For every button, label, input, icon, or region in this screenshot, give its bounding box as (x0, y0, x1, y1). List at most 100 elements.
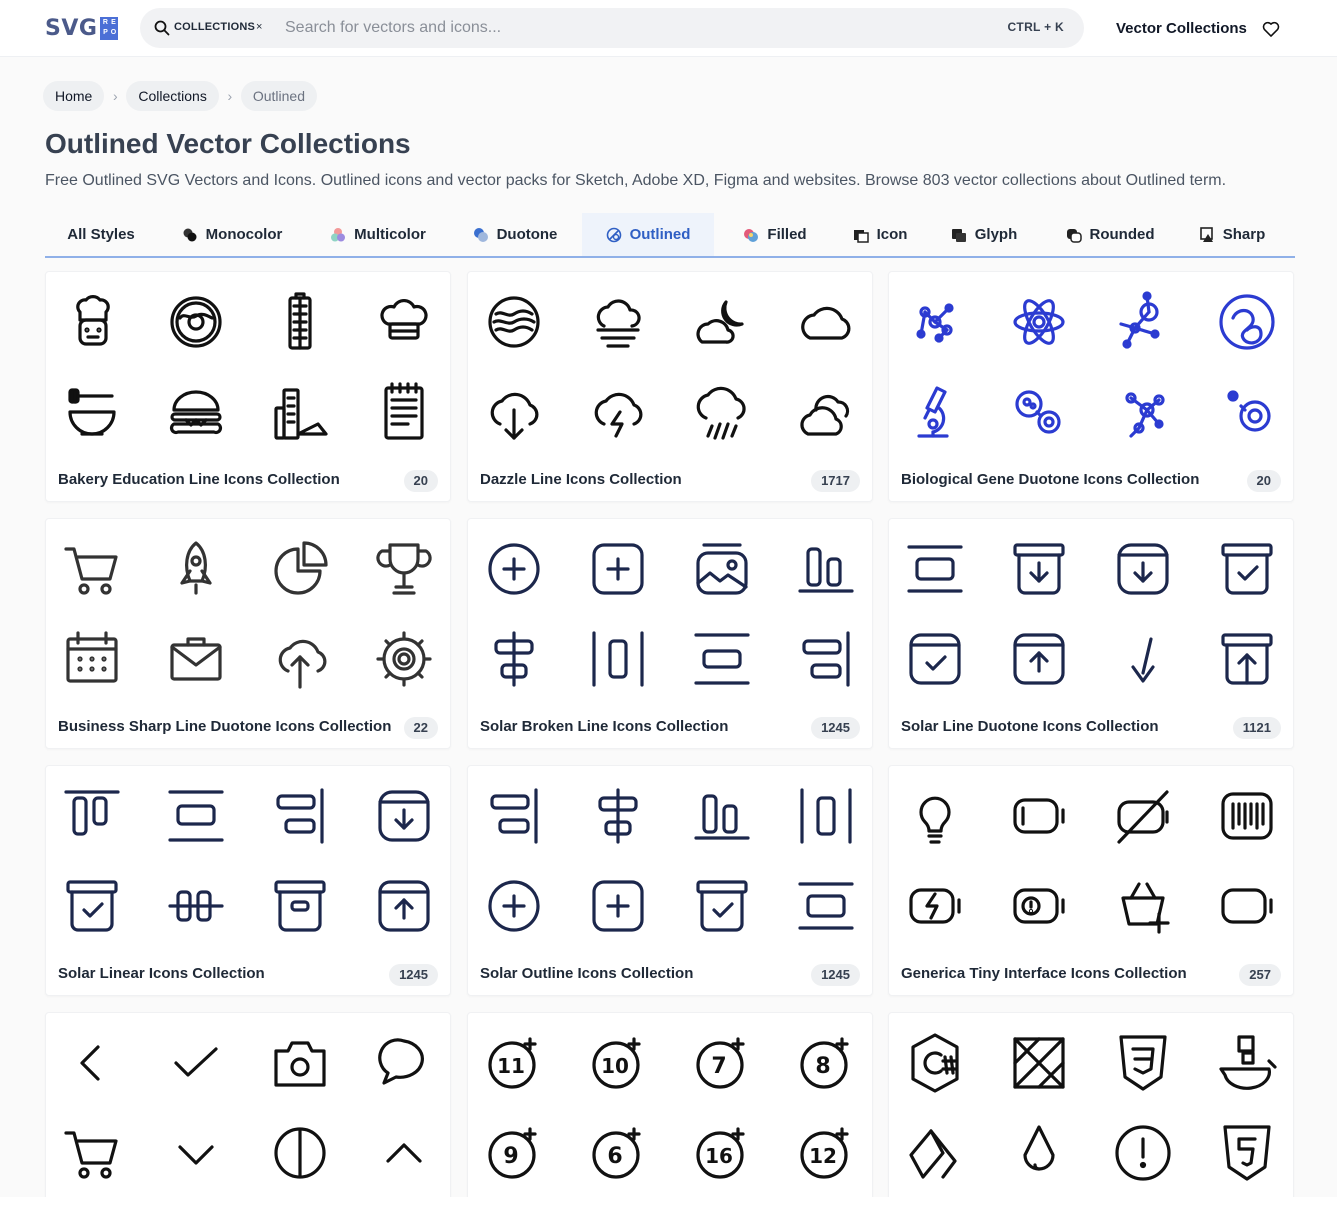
sharp-icon (1199, 226, 1213, 242)
glyph-icon (951, 228, 966, 242)
donut-icon (164, 290, 228, 354)
chat-bubble-icon (372, 1031, 436, 1095)
six-plus-icon: 6 (586, 1121, 650, 1185)
archive-up-icon (1007, 627, 1071, 691)
rocket-icon (164, 537, 228, 601)
check-square-icon (903, 627, 967, 691)
collection-card[interactable] (45, 1012, 451, 1207)
align-bottom-icon (794, 537, 858, 601)
search-bar[interactable]: COLLECTIONS × CTRL + K (140, 8, 1084, 48)
breadcrumb-home[interactable]: Home (43, 81, 105, 111)
icon-count-badge: 1717 (811, 470, 860, 492)
rounded-icon (1066, 228, 1082, 243)
tab-outlined[interactable]: Outlined (582, 213, 714, 256)
icon-preview-grid (46, 272, 452, 452)
breadcrumb-collections[interactable]: Collections (126, 81, 219, 111)
align-right-bars-icon (268, 784, 332, 848)
cloud-rain-icon (690, 380, 754, 444)
tab-glyph[interactable]: Glyph (943, 213, 1025, 256)
tab-icon[interactable]: Icon (840, 213, 920, 256)
gallery-icon (690, 537, 754, 601)
collection-title[interactable]: Biological Gene Duotone Icons Collection (901, 471, 1199, 488)
collection-card[interactable] (888, 1012, 1294, 1207)
align-vertical-spacing-icon (586, 627, 650, 691)
tab-sharp[interactable]: Sharp (1191, 213, 1273, 256)
drop-icon (1007, 1121, 1071, 1185)
icon-preview-grid: 11 10 7 8 9 6 16 12 (468, 1013, 874, 1193)
tab-filled[interactable]: Filled (725, 213, 825, 256)
bulb-icon (903, 784, 967, 848)
logo-text: SVG (45, 15, 98, 41)
vector-collections-link[interactable]: Vector Collections (1116, 20, 1247, 37)
collection-card[interactable]: Solar Broken Line Icons Collection 1245 (467, 518, 873, 749)
align-middle-icon (164, 784, 228, 848)
archive-download-icon (1111, 537, 1175, 601)
chip-close-icon[interactable]: × (256, 21, 262, 33)
add-square-icon (586, 537, 650, 601)
battery-empty-icon (1215, 874, 1279, 938)
collection-card[interactable]: Dazzle Line Icons Collection 1717 (467, 271, 873, 502)
collection-title[interactable]: Solar Broken Line Icons Collection (480, 718, 728, 735)
battery-alert-icon (1007, 874, 1071, 938)
collection-title[interactable]: Generica Tiny Interface Icons Collection (901, 965, 1187, 982)
logo[interactable]: SVG REPO (45, 15, 119, 41)
icon-preview-grid (46, 519, 452, 699)
logo-badge: REPO (100, 16, 119, 40)
calendar-icon (60, 627, 124, 691)
html5-icon (1215, 1121, 1279, 1185)
page-description: Free Outlined SVG Vectors and Icons. Out… (45, 172, 1227, 189)
add-square-icon (586, 874, 650, 938)
collections-filter-chip[interactable]: COLLECTIONS (174, 21, 255, 33)
archive-check-icon (1215, 537, 1279, 601)
collection-title[interactable]: Solar Outline Icons Collection (480, 965, 693, 982)
archive-up-icon (372, 874, 436, 938)
collection-card[interactable]: Business Sharp Line Duotone Icons Collec… (45, 518, 451, 749)
align-right-icon (794, 627, 858, 691)
network-node-icon (1111, 290, 1175, 354)
collection-title[interactable]: Business Sharp Line Duotone Icons Collec… (58, 718, 391, 735)
icon-preview-grid (889, 1013, 1295, 1193)
keyboard-shortcut: CTRL + K (1007, 20, 1064, 34)
breadcrumb: Home › Collections › Outlined (43, 81, 317, 111)
camera-icon (268, 1031, 332, 1095)
collection-card[interactable]: Biological Gene Duotone Icons Collection… (888, 271, 1294, 502)
tab-duotone[interactable]: Duotone (460, 213, 570, 256)
barcode-icon (1215, 784, 1279, 848)
breadcrumb-current: Outlined (240, 81, 317, 111)
top-bar: SVG REPO COLLECTIONS × CTRL + K Vector C… (0, 0, 1337, 57)
collection-card[interactable]: Solar Linear Icons Collection 1245 (45, 765, 451, 996)
collection-card[interactable]: Bakery Education Line Icons Collection 20 (45, 271, 451, 502)
tab-rounded[interactable]: Rounded (1059, 213, 1161, 256)
filled-icon (744, 228, 759, 242)
circle-line-icon (268, 1121, 332, 1185)
svg-text:12: 12 (809, 1144, 837, 1168)
chef-hat-icon (372, 290, 436, 354)
collection-card[interactable]: Solar Outline Icons Collection 1245 (467, 765, 873, 996)
search-input[interactable] (285, 14, 965, 42)
chef-face-icon (60, 290, 124, 354)
tab-monocolor[interactable]: Monocolor (169, 213, 295, 256)
basket-add-icon (1111, 874, 1175, 938)
tab-multicolor[interactable]: Multicolor (315, 213, 441, 256)
collection-card[interactable]: Generica Tiny Interface Icons Collection… (888, 765, 1294, 996)
collection-title[interactable]: Dazzle Line Icons Collection (480, 471, 682, 488)
icon-count-badge: 20 (403, 470, 438, 492)
battery-off-icon (1111, 784, 1175, 848)
atom-icon (1007, 290, 1071, 354)
collection-title[interactable]: Bakery Education Line Icons Collection (58, 471, 340, 488)
collection-card[interactable]: Solar Line Duotone Icons Collection 1121 (888, 518, 1294, 749)
collection-title[interactable]: Solar Linear Icons Collection (58, 965, 265, 982)
tab-all-styles[interactable]: All Styles (45, 213, 157, 256)
heart-icon[interactable] (1261, 19, 1281, 39)
seven-plus-icon: 7 (690, 1031, 754, 1095)
notepad-icon (372, 380, 436, 444)
align-horizontal-center-icon (903, 537, 967, 601)
icon-preview-grid (468, 519, 874, 699)
tall-building-icon (268, 290, 332, 354)
cart-icon (60, 537, 124, 601)
dna-coil-icon (1215, 290, 1279, 354)
duotone-icon (473, 227, 488, 242)
collection-card[interactable]: 11 10 7 8 9 6 16 12 (467, 1012, 873, 1207)
collection-title[interactable]: Solar Line Duotone Icons Collection (901, 718, 1159, 735)
archive-check-icon (690, 874, 754, 938)
